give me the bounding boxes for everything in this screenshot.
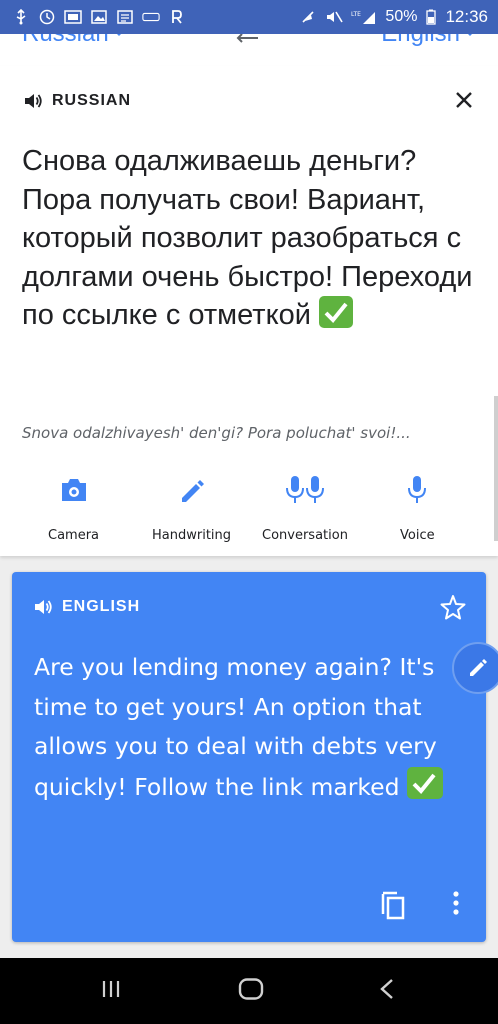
status-left xyxy=(12,9,186,25)
language-bar: Russian English xyxy=(0,34,498,67)
status-time: 12:36 xyxy=(445,7,488,26)
target-language-label: English xyxy=(381,34,460,48)
home-icon xyxy=(238,978,264,1000)
clock-icon xyxy=(38,9,56,25)
voice-tool-button[interactable]: Voice xyxy=(400,470,435,543)
home-button[interactable] xyxy=(238,978,264,1004)
star-icon xyxy=(440,595,466,620)
no-alarm-icon xyxy=(299,9,317,25)
speaker-icon[interactable] xyxy=(34,598,54,616)
camera-tool-button[interactable]: Camera xyxy=(48,470,99,543)
microphone-icon xyxy=(408,476,427,503)
pen-icon xyxy=(181,480,204,502)
transliteration-text: Snova odalzhivayesh' den'gi? Pora poluch… xyxy=(22,424,411,442)
tool-label-camera: Camera xyxy=(48,528,100,543)
clear-input-button[interactable] xyxy=(452,88,476,112)
target-language-selector[interactable]: English xyxy=(381,34,476,48)
gallery-icon xyxy=(64,9,82,25)
source-text[interactable]: Снова одалживаешь деньги? Пора получать … xyxy=(22,142,482,335)
image-icon xyxy=(90,9,108,25)
translated-text[interactable]: Are you lending money again? It's time t… xyxy=(34,648,464,807)
translation-card: ENGLISH Are you lending money again? It'… xyxy=(12,572,486,942)
r-app-icon xyxy=(168,9,186,25)
edit-icon xyxy=(470,659,487,676)
save-translation-button[interactable] xyxy=(440,594,466,624)
copy-translation-button[interactable] xyxy=(380,890,406,924)
check-mark-icon xyxy=(407,766,444,799)
translated-text-content: Are you lending money again? It's time t… xyxy=(34,653,437,801)
close-icon xyxy=(456,92,472,108)
tool-label-conversation: Conversation xyxy=(262,528,348,543)
conversation-icon xyxy=(285,476,324,503)
network-label: LTE xyxy=(351,11,361,18)
check-mark-icon xyxy=(318,296,353,328)
usb-icon xyxy=(12,9,30,25)
source-language-name: RUSSIAN xyxy=(52,92,132,109)
speaker-icon[interactable] xyxy=(24,92,44,110)
battery-percent: 50% xyxy=(385,8,418,25)
back-icon xyxy=(380,979,393,999)
tool-label-voice: Voice xyxy=(400,528,435,543)
battery-icon xyxy=(425,9,437,25)
input-tools: Camera Handwriting Conversation Voice xyxy=(0,470,498,550)
navigation-bar xyxy=(0,958,498,1024)
app-notification-icon xyxy=(142,9,160,25)
target-language-header[interactable]: ENGLISH xyxy=(34,598,140,616)
conversation-tool-button[interactable]: Conversation xyxy=(262,470,348,543)
copy-icon xyxy=(381,891,405,920)
mute-icon xyxy=(325,9,344,25)
source-language-label: Russian xyxy=(22,34,109,48)
status-right: LTE 50% 12:36 xyxy=(299,7,488,27)
chevron-down-icon xyxy=(116,34,121,36)
more-options-button[interactable] xyxy=(452,890,460,920)
status-bar: LTE 50% 12:36 xyxy=(0,0,498,34)
tool-label-handwriting: Handwriting xyxy=(152,528,232,543)
swap-languages-button[interactable] xyxy=(236,34,262,50)
edit-fab-button[interactable] xyxy=(452,642,498,694)
news-icon xyxy=(116,9,134,25)
scrollbar-thumb[interactable] xyxy=(494,396,498,541)
recent-apps-icon xyxy=(102,981,120,997)
more-vert-icon xyxy=(453,891,459,915)
recent-apps-button[interactable] xyxy=(100,978,122,1004)
source-card: RUSSIAN Снова одалживаешь деньги? Пора п… xyxy=(0,66,498,556)
swap-icon xyxy=(236,34,258,43)
handwriting-tool-button[interactable]: Handwriting xyxy=(152,470,231,543)
signal-icon: LTE xyxy=(351,9,377,25)
source-language-header[interactable]: RUSSIAN xyxy=(24,92,131,110)
source-text-content: Снова одалживаешь деньги? Пора получать … xyxy=(22,145,473,331)
source-language-selector[interactable]: Russian xyxy=(22,34,125,48)
target-language-name: ENGLISH xyxy=(62,598,141,615)
camera-icon xyxy=(61,479,86,501)
back-button[interactable] xyxy=(378,978,396,1004)
chevron-down-icon xyxy=(468,34,472,36)
